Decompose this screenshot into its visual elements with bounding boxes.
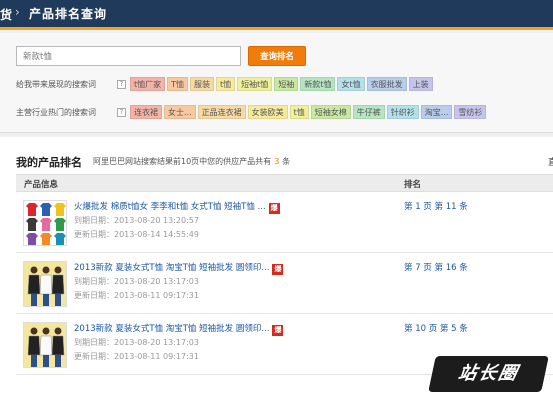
- keyword-tag[interactable]: 牛仔裤: [352, 105, 385, 119]
- unranked-keywords-label: 给我带来展现的搜索词: [16, 79, 96, 89]
- expire-date: 到期日期：2013-08-20 13:17:03: [74, 277, 199, 286]
- search-panel: 查询排名 给我带来展现的搜索词 ? t恤厂家T恤服装t恤短袖t恤短袖新款t恤女t…: [0, 33, 553, 133]
- ranking-count-unit: 条: [282, 157, 291, 166]
- expire-date: 到期日期：2013-08-20 13:20:57: [74, 216, 199, 225]
- keyword-tag[interactable]: 新款t恤: [300, 77, 336, 91]
- keyword-tag[interactable]: t恤厂家: [130, 77, 166, 91]
- keyword-tag[interactable]: T恤: [167, 77, 189, 91]
- updated-date: 更新日期：2013-08-11 09:17:31: [74, 352, 199, 361]
- unranked-keywords-row: 给我带来展现的搜索词 ? t恤厂家 T恤 服装 t恤 短袖t恤 短袖 新款t恤 女t恤 衣服批发…: [16, 76, 433, 92]
- product-name-link[interactable]: 2013新款 夏装女式T恤 淘宝T恤 短袖批发 圆领印...: [74, 324, 269, 334]
- hot-badge: 爆: [272, 325, 284, 336]
- keyword-tag[interactable]: 针织衫: [386, 105, 419, 119]
- keyword-tag[interactable]: t恤: [289, 105, 309, 119]
- ranking-summary: 阿里巴巴网站搜索结果前10页中您的供应产品共有 3 条: [93, 156, 290, 167]
- product-thumbnail[interactable]: [23, 322, 67, 368]
- rank-position-link[interactable]: 第 7 页 第 16 条: [404, 261, 468, 273]
- breadcrumb-previous[interactable]: 货: [0, 6, 12, 23]
- product-name-link-wrap: 火爆批发 棉质t恤女 李李和t恤 女式T恤 短袖T恤 ... 爆: [74, 200, 280, 214]
- keyword-tag[interactable]: 女装欧美: [247, 105, 288, 119]
- help-icon[interactable]: ?: [117, 79, 126, 89]
- right-edge-link[interactable]: 直: [548, 155, 553, 168]
- keyword-tag[interactable]: 女t恤: [337, 77, 365, 91]
- product-thumbnail[interactable]: [23, 200, 67, 246]
- keyword-tag[interactable]: 服装: [190, 77, 215, 91]
- column-header-product: 产品信息: [24, 180, 59, 190]
- keyword-tag[interactable]: 女士...: [164, 105, 196, 119]
- product-name-link[interactable]: 2013新款 夏装女式T恤 淘宝T恤 短袖批发 圆领印...: [74, 263, 269, 273]
- ranking-count: 3: [274, 157, 280, 166]
- query-rank-button[interactable]: 查询排名: [248, 46, 306, 66]
- hot-badge: 爆: [272, 264, 284, 275]
- updated-date: 更新日期：2013-08-11 09:17:31: [74, 291, 199, 300]
- keyword-tag[interactable]: 雪纺衫: [454, 105, 487, 119]
- watermark-logo: 站长圈: [428, 356, 549, 392]
- keyword-tag[interactable]: 短袖t恤: [237, 77, 273, 91]
- ranking-table-header: 产品信息 排名: [16, 174, 553, 192]
- hot-badge: 爆: [268, 203, 280, 214]
- keyword-tag[interactable]: 短袖: [274, 77, 299, 91]
- updated-date: 更新日期：2013-08-14 14:55:49: [74, 230, 199, 239]
- product-name-link-wrap: 2013新款 夏装女式T恤 淘宝T恤 短袖批发 圆领印... 爆: [74, 322, 284, 336]
- unranked-keyword-tags: t恤厂家 T恤 服装 t恤 短袖t恤 短袖 新款t恤 女t恤 衣服批发 上装: [130, 77, 433, 91]
- ranking-section-title: 我的产品排名: [16, 156, 82, 169]
- breadcrumb-separator-icon: ›: [15, 5, 20, 19]
- ranking-table-row: 火爆批发 棉质t恤女 李李和t恤 女式T恤 短袖T恤 ... 爆到期日期：2013…: [16, 193, 553, 253]
- keyword-tag[interactable]: t恤: [216, 77, 236, 91]
- product-thumbnail-image: [24, 262, 66, 306]
- product-thumbnail-image: [24, 323, 66, 367]
- keyword-tag[interactable]: 淘宝...: [420, 105, 453, 119]
- hot-keywords-row: 主营行业热门的搜索词 ? 连衣裙 女士... 正品连衣裙 女装欧美 t恤 短袖女棉 牛仔裤针…: [16, 104, 487, 120]
- keyword-search-input[interactable]: [16, 46, 241, 66]
- keyword-tag[interactable]: 正品连衣裙: [197, 105, 246, 119]
- product-name-link[interactable]: 火爆批发 棉质t恤女 李李和t恤 女式T恤 短袖T恤 ...: [74, 202, 266, 212]
- top-header: 货 › 产品排名查询: [0, 0, 553, 30]
- ranking-table-row: 2013新款 夏装女式T恤 淘宝T恤 短袖批发 圆领印... 爆到期日期：2013…: [16, 254, 553, 314]
- expire-date: 到期日期：2013-08-20 13:17:03: [74, 338, 199, 347]
- keyword-tag[interactable]: 短袖女棉: [310, 105, 351, 119]
- product-name-link-wrap: 2013新款 夏装女式T恤 淘宝T恤 短袖批发 圆领印... 爆: [74, 261, 284, 275]
- rank-position-link[interactable]: 第 10 页 第 5 条: [404, 322, 468, 334]
- keyword-tag[interactable]: 连衣裙: [130, 105, 162, 119]
- product-thumbnail[interactable]: [23, 261, 67, 307]
- keyword-tag[interactable]: 衣服批发: [366, 77, 407, 91]
- help-icon[interactable]: ?: [117, 107, 126, 117]
- product-thumbnail-image: [26, 203, 66, 245]
- ranking-summary-text: 阿里巴巴网站搜索结果前10页中您的供应产品共有: [93, 157, 272, 166]
- keyword-tag[interactable]: 上装: [408, 77, 433, 91]
- hot-keywords-label: 主营行业热门的搜索词: [16, 107, 96, 117]
- hot-keyword-tags: 连衣裙 女士... 正品连衣裙 女装欧美 t恤 短袖女棉 牛仔裤 针织衫 淘宝... 雪纺衫: [130, 105, 487, 119]
- column-header-rank: 排名: [404, 180, 422, 190]
- page-title: 产品排名查询: [29, 7, 108, 21]
- rank-position-link[interactable]: 第 1 页 第 11 条: [404, 200, 468, 212]
